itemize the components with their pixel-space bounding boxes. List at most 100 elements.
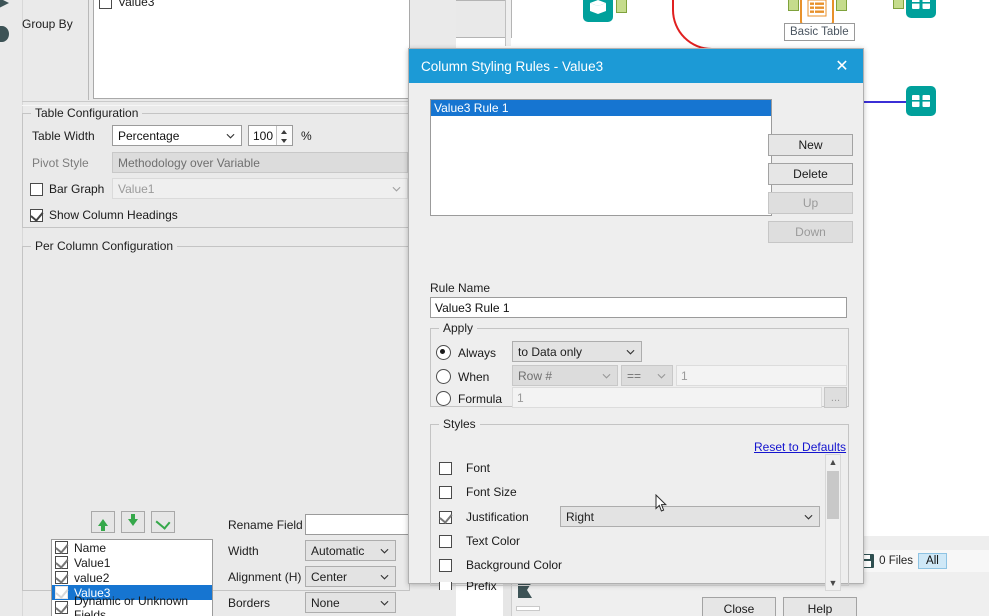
list-item[interactable]: Value1: [52, 555, 212, 570]
apply-always-radio[interactable]: [436, 345, 451, 360]
stepper-buttons[interactable]: [276, 126, 292, 145]
canvas-divider: [505, 0, 511, 46]
table-width-amount-value: 100: [253, 128, 274, 143]
apply-always-value: to Data only: [518, 344, 583, 359]
column-checkbox[interactable]: [55, 601, 68, 614]
scrollbar-thumb[interactable]: [827, 471, 839, 519]
per-column-configuration-legend: Per Column Configuration: [35, 239, 174, 253]
table-width-amount-stepper[interactable]: 100: [248, 125, 293, 146]
style-text-color-checkbox[interactable]: [439, 534, 452, 548]
width-select[interactable]: Automatic: [305, 540, 396, 561]
list-item[interactable]: value2: [52, 570, 212, 585]
style-font-size-label: Font Size: [466, 485, 517, 499]
collapse-arrow-icon[interactable]: [0, 0, 9, 10]
group-by-list[interactable]: Value3: [93, 0, 410, 99]
style-row-text-color[interactable]: Text Color: [439, 534, 520, 548]
apply-always-radio-row[interactable]: Always: [436, 345, 496, 360]
apply-when-radio-row[interactable]: When: [436, 369, 489, 384]
apply-formula-radio[interactable]: [436, 391, 451, 406]
basic-table-icon[interactable]: [800, 0, 834, 25]
dialog-title-bar[interactable]: Column Styling Rules - Value3 ✕: [409, 49, 863, 83]
chevron-down-icon-9: [804, 514, 813, 520]
apply-legend: Apply: [443, 321, 474, 335]
rule-name-input[interactable]: Value3 Rule 1: [430, 297, 847, 318]
node-output-anchor-2[interactable]: [836, 0, 847, 11]
style-justification-select[interactable]: Right: [560, 506, 820, 527]
stepper-down-icon[interactable]: [277, 136, 292, 146]
delete-rule-button[interactable]: Delete: [768, 163, 853, 185]
reset-to-defaults-link[interactable]: Reset to Defaults: [754, 440, 846, 454]
close-icon[interactable]: ✕: [821, 49, 863, 83]
apply-when-operator-value: ==: [627, 368, 642, 383]
close-button[interactable]: Close: [702, 597, 776, 616]
list-item[interactable]: Dynamic or Unknown Fields: [52, 594, 212, 616]
check-all-button[interactable]: [151, 511, 175, 533]
rule-list-item-selected[interactable]: Value3 Rule 1: [431, 100, 771, 116]
move-up-button[interactable]: [91, 511, 115, 533]
rule-name-label: Rule Name: [430, 281, 491, 295]
browse-icon[interactable]: [906, 0, 936, 18]
table-width-select[interactable]: Percentage: [112, 125, 242, 146]
style-background-color-checkbox[interactable]: [439, 558, 452, 572]
style-row-background-color[interactable]: Background Color: [439, 558, 562, 572]
help-button[interactable]: Help: [783, 597, 857, 616]
move-rule-up-button: Up: [768, 192, 853, 214]
browse-icon-2[interactable]: [906, 86, 936, 116]
style-font-checkbox[interactable]: [439, 461, 452, 475]
bar-graph-toggle[interactable]: Bar Graph: [30, 182, 104, 196]
alignment-select[interactable]: Center: [305, 566, 396, 587]
apply-formula-input: 1: [512, 387, 822, 408]
table-configuration-legend: Table Configuration: [35, 106, 139, 120]
panel-handle-icon[interactable]: [0, 26, 9, 42]
canvas-node-placeholder: [455, 0, 512, 38]
style-row-prefix[interactable]: Prefix: [439, 582, 497, 590]
group-by-item[interactable]: Value3: [99, 0, 154, 9]
node-output-anchor[interactable]: [616, 0, 627, 13]
apply-when-operator-select: ==: [621, 365, 673, 386]
style-prefix-checkbox[interactable]: [439, 582, 452, 590]
apply-formula-radio-row[interactable]: Formula: [436, 391, 502, 406]
new-rule-button[interactable]: New: [768, 134, 853, 156]
show-column-headings-toggle[interactable]: Show Column Headings: [30, 208, 178, 222]
column-label: Dynamic or Unknown Fields: [74, 593, 189, 616]
status-bar: es 0 Files All: [843, 550, 989, 572]
styles-scrollbar[interactable]: ▲ ▼: [825, 454, 841, 591]
bar-graph-value: Value1: [118, 181, 155, 196]
chevron-up-icon[interactable]: ▲: [826, 455, 840, 469]
column-checkbox[interactable]: [55, 556, 68, 569]
style-font-size-checkbox[interactable]: [439, 485, 452, 499]
move-down-button[interactable]: [121, 511, 145, 533]
rules-list[interactable]: Value3 Rule 1: [430, 99, 772, 216]
style-row-justification[interactable]: Justification: [439, 510, 529, 524]
chevron-down-icon-4: [380, 574, 389, 580]
pivot-style-select: Methodology over Variable: [112, 152, 408, 173]
style-justification-checkbox[interactable]: [439, 510, 452, 524]
chevron-down-icon[interactable]: ▼: [826, 576, 840, 590]
chevron-down-icon-7: [602, 373, 611, 379]
apply-always-select[interactable]: to Data only: [512, 341, 642, 362]
styles-legend: Styles: [443, 417, 476, 431]
apply-always-label: Always: [458, 345, 497, 360]
column-checkbox[interactable]: [55, 571, 68, 584]
column-checkbox[interactable]: [55, 586, 68, 599]
move-rule-down-button: Down: [768, 221, 853, 243]
style-row-font[interactable]: Font: [439, 461, 490, 475]
status-all-button[interactable]: All: [918, 553, 947, 569]
input-data-icon[interactable]: [583, 0, 613, 22]
node-input-anchor[interactable]: [788, 0, 799, 11]
column-checkbox[interactable]: [55, 541, 68, 554]
group-by-divider: [88, 0, 89, 100]
group-by-checkbox[interactable]: [99, 0, 112, 9]
node-input-anchor-2[interactable]: [893, 0, 904, 9]
table-width-label: Table Width: [32, 129, 95, 143]
stepper-up-icon[interactable]: [277, 126, 292, 136]
apply-formula-browse-button: ...: [824, 387, 847, 408]
apply-when-radio[interactable]: [436, 369, 451, 384]
borders-select[interactable]: None: [305, 592, 396, 613]
column-list[interactable]: Name Value1 value2 Value3 Dynamic or Unk…: [51, 539, 213, 616]
list-item[interactable]: Name: [52, 540, 212, 555]
style-row-font-size[interactable]: Font Size: [439, 485, 517, 499]
show-column-headings-checkbox[interactable]: [30, 208, 43, 222]
apply-when-label: When: [458, 369, 490, 384]
bar-graph-checkbox[interactable]: [30, 182, 43, 196]
